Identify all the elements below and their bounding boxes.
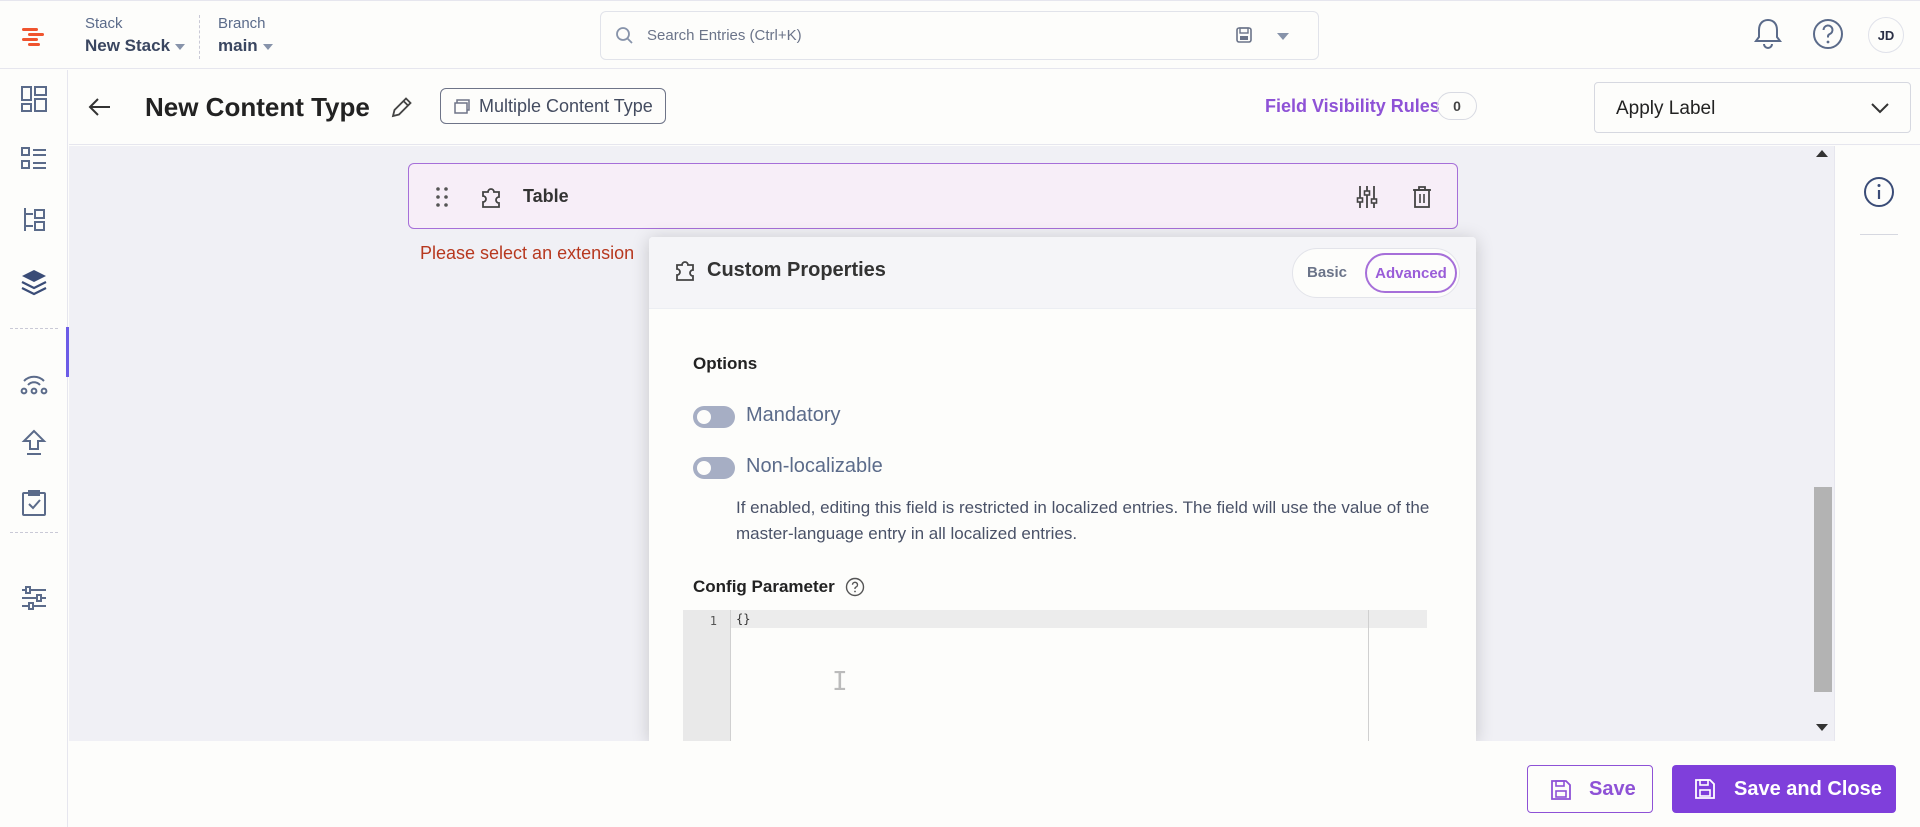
field-visibility-rules-link[interactable]: Field Visibility Rules xyxy=(1265,96,1440,117)
modal-title: Custom Properties xyxy=(707,259,886,281)
field-error-message: Please select an extension xyxy=(420,243,635,263)
content-type-header: New Content Type Multiple Content Type F… xyxy=(69,70,1920,145)
properties-tab-switch: Basic Advanced xyxy=(1292,248,1460,298)
tab-advanced[interactable]: Advanced xyxy=(1365,253,1457,293)
scroll-up-arrow-icon[interactable] xyxy=(1816,150,1828,157)
field-row-table[interactable]: Table xyxy=(408,163,1458,229)
save-button-label: Save xyxy=(1589,777,1636,800)
footer-actions: Save Save and Close xyxy=(69,741,1920,827)
chevron-down-icon xyxy=(1871,103,1889,114)
search-options-chevron-icon[interactable] xyxy=(1277,33,1289,40)
line-number: 1 xyxy=(709,614,717,628)
avatar[interactable]: JD xyxy=(1868,17,1904,53)
text-cursor-icon: I xyxy=(832,667,848,697)
editor-print-margin xyxy=(1368,610,1369,741)
non-localizable-label: Non-localizable xyxy=(746,455,883,477)
config-code-editor[interactable]: 1 {} I xyxy=(683,610,1427,741)
divider xyxy=(199,15,200,59)
info-icon[interactable] xyxy=(1863,176,1895,208)
entries-list-icon[interactable] xyxy=(19,144,49,174)
config-parameter-label: Config Parameter xyxy=(693,577,835,596)
non-localizable-toggle[interactable] xyxy=(693,457,735,479)
search-placeholder: Search Entries (Ctrl+K) xyxy=(647,27,802,44)
settings-sliders-icon[interactable] xyxy=(19,583,49,613)
nav-divider xyxy=(10,328,58,329)
dashboard-icon[interactable] xyxy=(19,84,49,114)
field-name: Table xyxy=(523,186,569,206)
extension-puzzle-icon xyxy=(482,188,500,208)
stack-value: New Stack xyxy=(85,36,171,55)
save-and-close-button[interactable]: Save and Close xyxy=(1672,765,1896,813)
content-type-chip-label: Multiple Content Type xyxy=(479,95,653,116)
stack-layers-icon[interactable] xyxy=(19,267,49,297)
saved-search-icon[interactable] xyxy=(1235,26,1253,44)
field-settings-icon[interactable] xyxy=(1355,184,1379,210)
extension-puzzle-icon xyxy=(676,261,694,281)
config-parameter-heading: Config Parameter xyxy=(693,577,865,597)
top-bar: Stack New Stack Branch main Search Entri… xyxy=(0,0,1920,69)
branch-value: main xyxy=(218,36,258,55)
drag-handle-icon[interactable] xyxy=(435,186,449,208)
custom-properties-modal: Custom Properties Basic Advanced Options… xyxy=(649,237,1476,741)
right-panel xyxy=(1834,146,1920,741)
save-and-close-button-label: Save and Close xyxy=(1734,777,1882,800)
panel-divider xyxy=(1860,234,1898,235)
editor-code[interactable]: {} xyxy=(736,612,750,626)
page-title: New Content Type xyxy=(145,92,370,122)
search-icon xyxy=(616,27,633,44)
chevron-down-icon xyxy=(262,44,273,50)
content-type-chip[interactable]: Multiple Content Type xyxy=(440,88,666,124)
non-localizable-help-text: If enabled, editing this field is restri… xyxy=(736,498,1430,543)
notification-bell-icon[interactable] xyxy=(1752,17,1784,51)
multiple-content-type-icon xyxy=(454,99,470,114)
left-nav xyxy=(0,70,69,827)
save-button[interactable]: Save xyxy=(1527,765,1653,813)
branch-selector[interactable]: Branch main xyxy=(218,15,273,56)
save-icon xyxy=(1551,780,1571,800)
apply-label-text: Apply Label xyxy=(1616,98,1716,119)
delete-trash-icon[interactable] xyxy=(1411,184,1433,210)
content-models-icon[interactable] xyxy=(19,205,49,235)
search-input[interactable]: Search Entries (Ctrl+K) xyxy=(600,11,1319,60)
modal-header: Custom Properties Basic Advanced xyxy=(649,237,1476,309)
canvas-scrollbar[interactable] xyxy=(1811,146,1832,741)
back-arrow-icon[interactable] xyxy=(87,94,113,120)
webhooks-icon[interactable] xyxy=(19,367,49,397)
contentstack-logo[interactable] xyxy=(18,21,48,51)
field-visibility-count-badge: 0 xyxy=(1437,92,1477,120)
mandatory-label: Mandatory xyxy=(746,404,841,426)
help-icon[interactable] xyxy=(1811,17,1845,51)
stack-selector[interactable]: Stack New Stack xyxy=(85,15,186,56)
help-icon[interactable] xyxy=(845,577,865,597)
edit-pencil-icon[interactable] xyxy=(389,94,415,120)
options-heading: Options xyxy=(693,354,758,373)
stack-label: Stack xyxy=(85,15,123,32)
scrollbar-thumb[interactable] xyxy=(1814,487,1832,692)
scroll-down-arrow-icon[interactable] xyxy=(1816,724,1828,731)
mandatory-toggle[interactable] xyxy=(693,406,735,428)
chevron-down-icon xyxy=(175,44,186,50)
editor-active-line xyxy=(731,610,1427,628)
branch-label: Branch xyxy=(218,15,266,32)
tasks-clipboard-icon[interactable] xyxy=(19,488,49,518)
save-icon xyxy=(1695,779,1715,799)
editor-gutter: 1 xyxy=(683,610,731,741)
tab-basic[interactable]: Basic xyxy=(1307,264,1347,281)
nav-divider xyxy=(10,532,58,533)
apply-label-dropdown[interactable]: Apply Label xyxy=(1594,82,1911,133)
publish-upload-icon[interactable] xyxy=(19,428,49,458)
